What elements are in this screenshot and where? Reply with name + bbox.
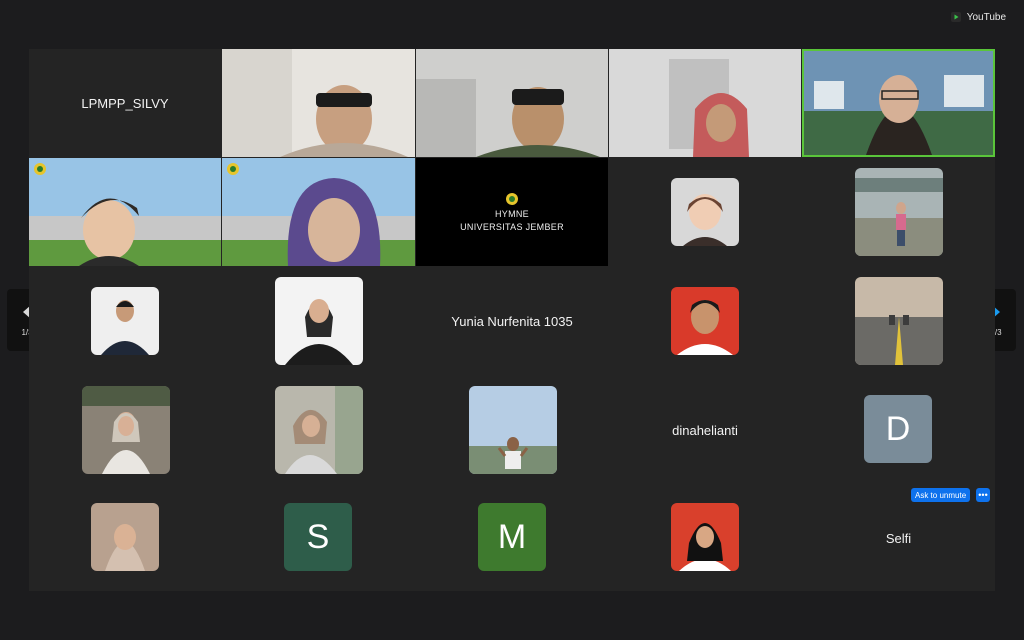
avatar (671, 503, 739, 571)
avatar (855, 168, 943, 256)
top-bar: YouTube (0, 0, 1024, 34)
participant-video (804, 51, 993, 155)
participant-avatar-tile[interactable] (609, 485, 801, 591)
avatar (275, 277, 363, 365)
participant-avatar-tile[interactable] (802, 267, 995, 375)
university-logo-icon (506, 193, 518, 205)
participant-avatar-tile[interactable] (416, 376, 608, 484)
participant-initial-tile[interactable]: S (222, 485, 415, 591)
hymne-share-tile[interactable]: HYMNE UNIVERSITAS JEMBER (416, 158, 608, 266)
more-options-button[interactable]: ••• (976, 488, 990, 502)
avatar (469, 386, 557, 474)
participant-video (222, 158, 415, 266)
initial-letter: M (497, 517, 527, 556)
avatar (855, 277, 943, 365)
youtube-live-icon (950, 12, 961, 22)
youtube-label: YouTube (966, 11, 1006, 23)
avatar (671, 287, 739, 355)
university-logo-icon (34, 163, 46, 175)
participant-tile-host[interactable]: LPMPP_SILVY (29, 49, 221, 157)
participant-avatar-tile[interactable] (609, 267, 801, 375)
participant-video (416, 49, 608, 157)
initial-avatar: S (284, 503, 352, 571)
participant-video-tile[interactable] (222, 49, 415, 157)
participant-initial-tile[interactable]: D (802, 376, 995, 484)
participant-avatar-tile[interactable] (802, 158, 995, 266)
participant-name: Selfi (885, 530, 912, 546)
participant-video-tile[interactable] (29, 158, 221, 266)
initial-avatar: M (478, 503, 546, 571)
avatar (82, 386, 170, 474)
participant-tile-yunia[interactable]: Yunia Nurfenita 1035 (416, 267, 608, 375)
participant-avatar-tile[interactable] (609, 158, 801, 266)
initial-letter: D (885, 409, 911, 448)
participant-avatar-tile[interactable] (29, 376, 221, 484)
youtube-live-indicator[interactable]: YouTube (950, 9, 1006, 25)
participant-video-tile[interactable] (609, 49, 801, 157)
participant-video-tile[interactable] (416, 49, 608, 157)
avatar (275, 386, 363, 474)
initial-avatar: D (864, 395, 932, 463)
participant-video (222, 49, 415, 157)
university-logo-icon (227, 163, 239, 175)
avatar (671, 178, 739, 246)
ask-to-unmute-button[interactable]: Ask to unmute (911, 488, 971, 502)
participant-tile-dina[interactable]: dinahelianti (609, 376, 801, 484)
participant-name: LPMPP_SILVY (81, 95, 169, 111)
initial-letter: S (306, 517, 330, 556)
avatar (91, 503, 159, 571)
hymne-title: HYMNE (494, 209, 529, 219)
participant-name: dinahelianti (672, 422, 738, 438)
participant-avatar-tile[interactable] (29, 485, 221, 591)
participant-initial-tile[interactable]: M (416, 485, 608, 591)
more-options-icon: ••• (978, 489, 988, 500)
participant-avatar-tile[interactable] (222, 376, 415, 484)
participant-video-tile[interactable] (222, 158, 415, 266)
participant-video (609, 49, 801, 157)
active-speaker-tile[interactable] (802, 49, 995, 157)
ask-to-unmute-label: Ask to unmute (915, 490, 967, 500)
avatar (91, 287, 159, 355)
hymne-subtitle: UNIVERSITAS JEMBER (460, 222, 564, 232)
participant-video (29, 158, 221, 266)
participant-name: Yunia Nurfenita 1035 (451, 313, 573, 329)
participant-avatar-tile[interactable] (222, 267, 415, 375)
participant-avatar-tile[interactable] (29, 267, 221, 375)
